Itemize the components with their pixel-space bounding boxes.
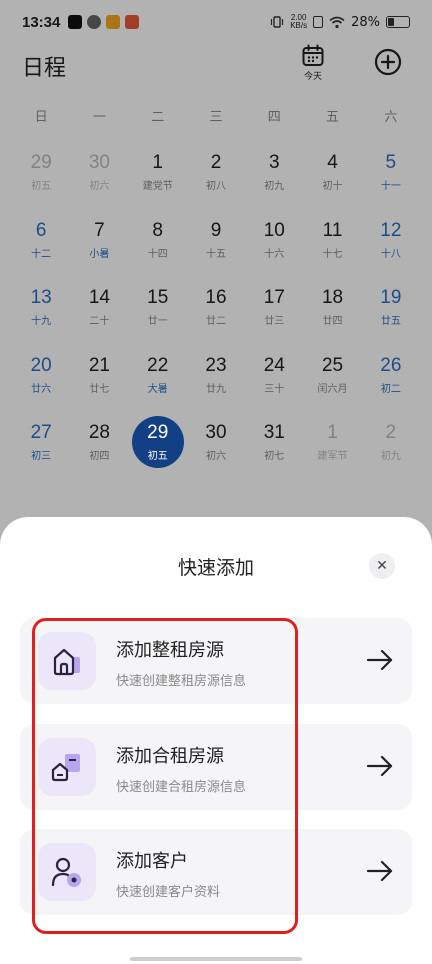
close-icon: ✕ — [376, 558, 388, 574]
day-number: 29 — [147, 422, 169, 443]
arrow-right-icon — [366, 649, 393, 671]
highlight-box — [32, 618, 298, 934]
day-lunar: 初五 — [147, 451, 168, 462]
home-indicator[interactable] — [130, 957, 302, 961]
sheet-title: 快速添加 — [177, 557, 254, 579]
close-button[interactable]: ✕ — [369, 553, 395, 579]
arrow-right-icon — [366, 755, 393, 777]
arrow-right-icon — [366, 860, 393, 882]
